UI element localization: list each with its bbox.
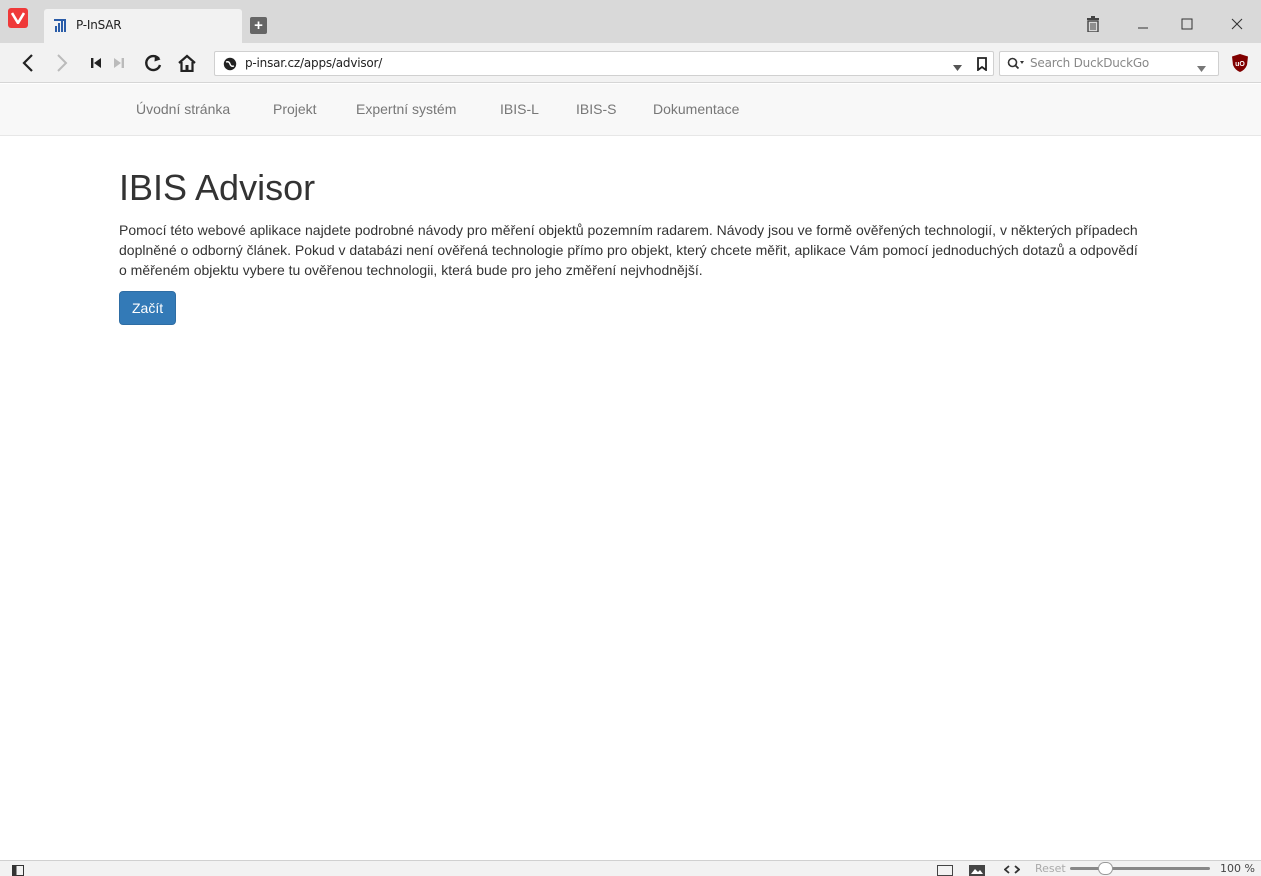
panel-toggle-icon[interactable] [12, 863, 24, 876]
url-text: p-insar.cz/apps/advisor/ [245, 56, 383, 70]
tab-bar: P-InSAR + [0, 0, 1261, 43]
start-button[interactable]: Začít [119, 290, 177, 325]
close-icon[interactable] [1227, 14, 1247, 34]
back-icon[interactable] [17, 52, 39, 74]
page-title: IBIS Advisor [119, 167, 316, 208]
intro-paragraph: Pomocí této webové aplikace najdete podr… [119, 221, 1138, 278]
tab-title: P-InSAR [76, 18, 122, 32]
dropdown-icon[interactable] [953, 59, 962, 77]
images-icon[interactable] [969, 863, 985, 876]
url-bar[interactable]: p-insar.cz/apps/advisor/ [214, 51, 994, 76]
nav-link-projekt[interactable]: Projekt [273, 101, 317, 117]
reload-icon[interactable] [142, 52, 164, 74]
favicon-icon [54, 18, 68, 32]
svg-text:uO: uO [1235, 61, 1245, 68]
page-actions-icon[interactable] [1003, 862, 1021, 876]
new-tab-icon[interactable]: + [250, 17, 267, 34]
zoom-slider-handle[interactable] [1098, 862, 1113, 875]
browser-tab[interactable]: P-InSAR [44, 9, 242, 43]
address-toolbar: p-insar.cz/apps/advisor/ Search DuckDuck… [0, 43, 1261, 83]
search-field[interactable]: Search DuckDuckGo [999, 51, 1219, 76]
rewind-icon[interactable] [85, 52, 107, 74]
nav-link-dokumentace[interactable]: Dokumentace [653, 101, 739, 117]
search-placeholder: Search DuckDuckGo [1030, 56, 1150, 70]
ublock-icon[interactable]: uO [1230, 53, 1250, 73]
bookmark-icon[interactable] [977, 57, 987, 76]
nav-link-ibis-s[interactable]: IBIS-S [576, 101, 616, 117]
nav-link-expertni-system[interactable]: Expertní systém [356, 101, 456, 117]
nav-link-uvodni-stranka[interactable]: Úvodní stránka [136, 101, 230, 117]
page-tiling-icon[interactable] [937, 863, 953, 876]
home-icon[interactable] [176, 52, 198, 74]
vivaldi-logo-icon[interactable] [8, 8, 28, 28]
status-bar: Reset 100 % [0, 860, 1261, 876]
site-info-icon[interactable] [223, 57, 237, 76]
forward-icon[interactable] [51, 52, 73, 74]
main-content: IBIS Advisor Pomocí této webové aplikace… [119, 168, 1149, 325]
fast-forward-icon[interactable] [108, 52, 130, 74]
nav-link-ibis-l[interactable]: IBIS-L [500, 101, 539, 117]
zoom-reset[interactable]: Reset [1035, 862, 1066, 875]
zoom-level: 100 % [1220, 862, 1255, 875]
zoom-slider[interactable] [1070, 867, 1210, 870]
trash-icon[interactable] [1083, 14, 1103, 34]
search-dropdown-icon[interactable] [1197, 60, 1206, 78]
minimize-icon[interactable] [1133, 14, 1153, 34]
maximize-icon[interactable] [1177, 14, 1197, 34]
site-navbar: Úvodní stránka Projekt Expertní systém I… [0, 84, 1261, 136]
search-engine-icon[interactable] [1007, 57, 1025, 76]
